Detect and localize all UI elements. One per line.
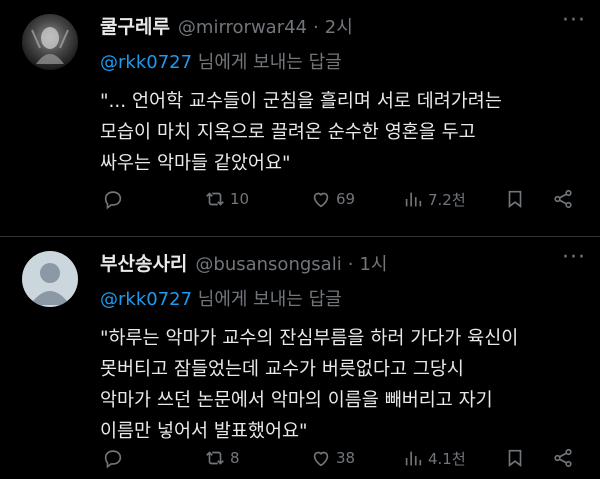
reply-context: @rkk0727 님에게 보내는 답글 <box>100 285 342 311</box>
tweet-header: 부산송사리 @busansongsali · 1시 <box>100 249 387 277</box>
display-name[interactable]: 부산송사리 <box>100 249 187 276</box>
text-line: "하루는 악마가 교수의 잔심부름을 하러 가다가 육신이 <box>100 328 519 349</box>
more-icon[interactable]: ··· <box>562 245 586 270</box>
reply-button[interactable] <box>102 447 124 469</box>
bookmark-icon <box>508 190 522 208</box>
like-icon <box>313 192 329 208</box>
text-line: 못버티고 잠들었는데 교수가 버릇없다고 그당시 <box>100 359 464 380</box>
bookmark-button[interactable] <box>504 447 526 469</box>
views-count: 7.2천 <box>428 190 466 209</box>
action-bar: 8 38 4.1천 <box>100 447 590 473</box>
views-count: 4.1천 <box>428 449 466 468</box>
bookmark-icon <box>508 449 522 467</box>
tweet[interactable]: 부산송사리 @busansongsali · 1시 ··· @rkk0727 님… <box>0 237 600 479</box>
separator-dot: · <box>313 17 319 38</box>
avatar[interactable] <box>22 14 78 70</box>
retweet-icon <box>206 192 224 206</box>
reply-suffix: 님에게 보내는 답글 <box>192 52 342 73</box>
reply-icon <box>104 191 122 210</box>
tweet[interactable]: 쿨구레루 @mirrorwar44 · 2시 ··· @rkk0727 님에게 … <box>0 0 600 237</box>
retweet-icon <box>206 451 224 465</box>
tweet-text: "하루는 악마가 교수의 잔심부름을 하러 가다가 육신이 못버티고 잠들었는데… <box>100 323 580 447</box>
like-button[interactable]: 38 <box>310 447 355 469</box>
timestamp[interactable]: 1시 <box>359 250 387 276</box>
reply-context: @rkk0727 님에게 보내는 답글 <box>100 48 342 74</box>
bookmark-button[interactable] <box>504 188 526 210</box>
avatar-image <box>31 27 69 64</box>
text-line: 악마가 쓰던 논문에서 악마의 이름을 빼버리고 자기 <box>100 390 493 411</box>
text-line: "... 언어학 교수들이 군침을 흘리며 서로 데려가려는 <box>100 91 502 112</box>
like-button[interactable]: 69 <box>310 188 355 210</box>
default-avatar-icon <box>30 263 70 305</box>
text-line: 모습이 마치 지옥으로 끌려온 순수한 영혼을 두고 <box>100 122 476 143</box>
tweet-text: "... 언어학 교수들이 군침을 흘리며 서로 데려가려는 모습이 마치 지옥… <box>100 86 580 179</box>
retweet-button[interactable]: 8 <box>204 447 240 469</box>
views-icon <box>405 451 422 466</box>
reply-suffix: 님에게 보내는 답글 <box>192 289 342 310</box>
share-icon <box>554 189 572 209</box>
like-count: 69 <box>336 190 356 208</box>
views-icon <box>405 192 422 207</box>
reply-to-link[interactable]: @rkk0727 <box>100 52 192 73</box>
retweet-count: 10 <box>230 190 250 208</box>
user-handle[interactable]: @mirrorwar44 <box>178 17 307 38</box>
text-line: 이름만 넣어서 발표했어요" <box>100 421 308 442</box>
share-button[interactable] <box>552 447 574 469</box>
separator-dot: · <box>347 254 354 275</box>
retweet-count: 8 <box>230 449 240 467</box>
views-button[interactable]: 7.2천 <box>402 188 466 210</box>
share-icon <box>554 448 572 468</box>
display-name[interactable]: 쿨구레루 <box>100 12 170 39</box>
timestamp[interactable]: 2시 <box>325 13 353 39</box>
share-button[interactable] <box>552 188 574 210</box>
avatar[interactable] <box>22 251 78 307</box>
user-handle[interactable]: @busansongsali <box>195 254 341 275</box>
reply-button[interactable] <box>102 188 124 210</box>
retweet-button[interactable]: 10 <box>204 188 249 210</box>
text-line: 싸우는 악마들 같았어요" <box>100 153 291 174</box>
more-icon[interactable]: ··· <box>562 8 586 33</box>
reply-icon <box>104 450 122 469</box>
tweet-header: 쿨구레루 @mirrorwar44 · 2시 <box>100 12 353 40</box>
action-bar: 10 69 7.2천 <box>100 188 590 214</box>
like-icon <box>313 451 329 467</box>
like-count: 38 <box>336 449 356 467</box>
views-button[interactable]: 4.1천 <box>402 447 466 469</box>
reply-to-link[interactable]: @rkk0727 <box>100 289 192 310</box>
